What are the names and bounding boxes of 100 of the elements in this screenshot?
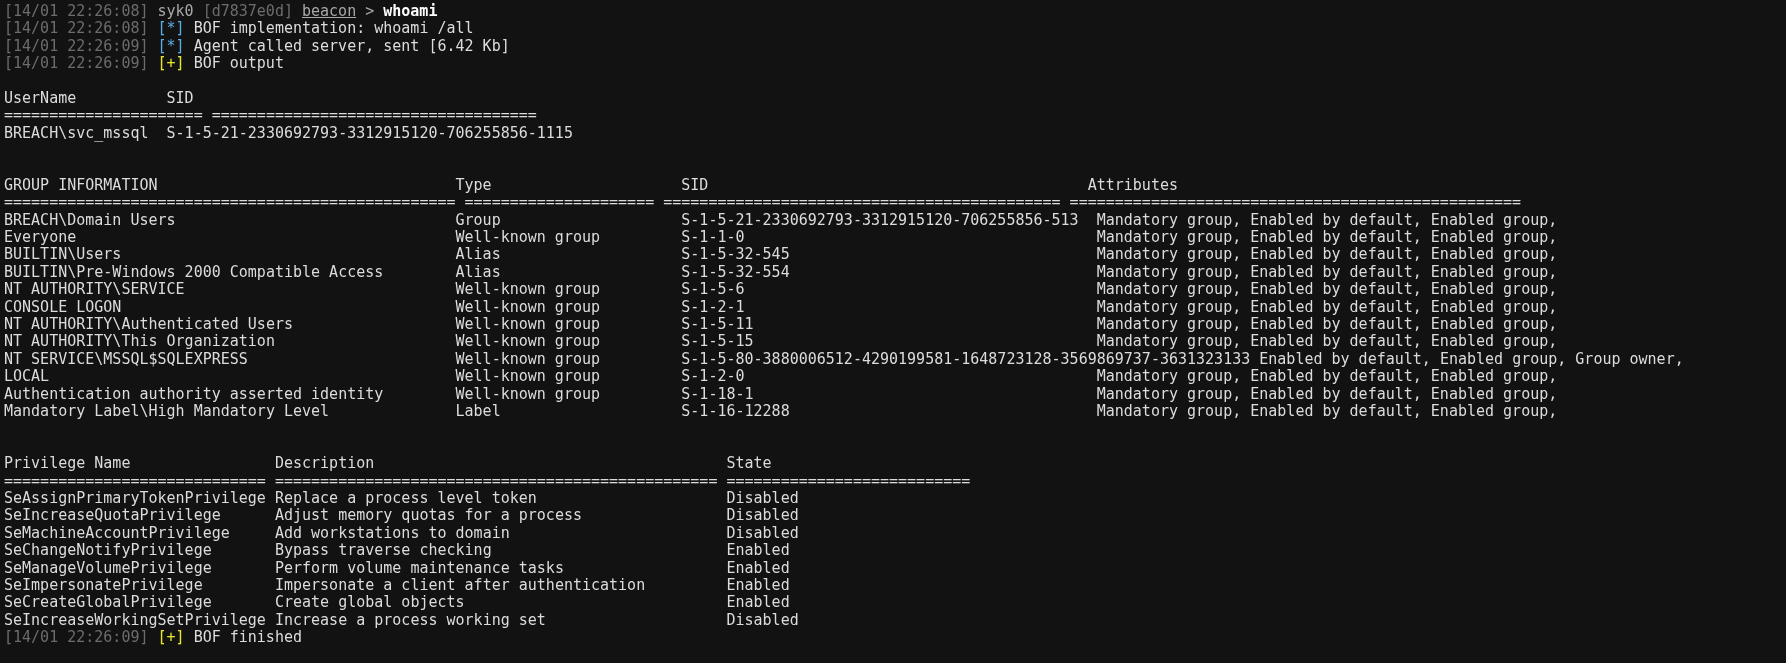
separator-rule: ==================================== — [211, 107, 537, 125]
table-cell-text: BREACH\Domain Users — [4, 211, 177, 230]
column-header: SID — [681, 176, 710, 195]
column-header: Privilege Name — [4, 455, 132, 473]
status-marker: [+] — [157, 629, 185, 647]
table-cell-text: NT AUTHORITY\SERVICE — [4, 281, 186, 299]
table-cell-text: Perform volume maintenance tasks — [274, 559, 565, 577]
table-cell-text: Impersonate a client after authentication — [274, 576, 647, 595]
table-cell-text: SeAssignPrimaryTokenPrivilege — [4, 489, 267, 508]
table-cell-text: S-1-5-15 — [681, 333, 755, 351]
timestamp: [14/01 22:26:08] — [4, 3, 149, 21]
table-cell-text: Well-known group — [455, 281, 602, 299]
column-header: State — [726, 455, 773, 473]
table-cell-text: S-1-18-1 — [681, 385, 755, 403]
table-cell-text: SeCreateGlobalPrivilege — [4, 594, 213, 612]
table-cell-text: BUILTIN\Users — [4, 246, 123, 264]
column-header: UserName — [4, 89, 78, 108]
table-cell-text: Authentication authority asserted identity — [4, 385, 385, 403]
table-cell-text: BREACH\svc_mssql — [4, 124, 150, 143]
table-cell-text: Enabled — [726, 576, 791, 595]
separator-rule: ============================================ — [663, 194, 1061, 212]
separator-rule: ============================= — [4, 472, 266, 490]
table-cell-text: SeImpersonatePrivilege — [4, 576, 203, 595]
separator-rule: ====================== — [4, 107, 203, 125]
table-cell-text: Well-known group — [455, 385, 602, 403]
table-cell-text: Disabled — [726, 507, 800, 525]
column-header: GROUP INFORMATION — [4, 176, 159, 195]
table-cell-text: Create global objects — [274, 594, 466, 612]
table-cell-text: NT SERVICE\MSSQL$SQLEXPRESS — [4, 350, 249, 369]
table-cell-text: Bypass traverse checking — [274, 542, 493, 560]
timestamp: [14/01 22:26:09] — [4, 55, 149, 73]
table-cell-text: Adjust memory quotas for a process — [274, 507, 583, 525]
separator-rule: =========================== — [726, 472, 971, 490]
separator-rule: ================================================== — [4, 194, 456, 212]
table-cell-text: S-1-2-1 — [681, 298, 746, 317]
beacon-link[interactable]: beacon — [302, 3, 357, 21]
table-cell-text: Add workstations to domain — [274, 524, 511, 543]
table-cell-text: Disabled — [726, 611, 800, 630]
table-cell-text: Mandatory group, Enabled by default, Enabled group, — [1096, 281, 1559, 299]
table-cell-text: BUILTIN\Pre-Windows 2000 Compatible Access — [4, 263, 385, 282]
table-cell-text: NT AUTHORITY\This Organization — [4, 333, 276, 351]
table-cell-text: Mandatory group, Enabled by default, Enabled group, — [1096, 368, 1559, 386]
table-cell-text: Alias — [455, 263, 502, 282]
prompt-symbol: > — [365, 3, 375, 21]
table-cell-text: S-1-5-21-2330692793-3312915120-706255856-1115 — [166, 124, 574, 143]
log-message: BOF output — [193, 55, 284, 73]
log-message: BOF implementation: whoami /all — [193, 20, 474, 38]
table-cell-text: SeIncreaseQuotaPrivilege — [4, 507, 222, 525]
table-cell-text: Mandatory group, Enabled by default, Enabled group, — [1096, 246, 1559, 264]
table-cell-text: Well-known group — [455, 333, 602, 351]
table-cell-text: Mandatory group, Enabled by default, Enabled group, — [1096, 298, 1559, 317]
table-cell-text: Everyone — [4, 229, 78, 247]
column-header: Type — [455, 176, 493, 195]
status-marker: [+] — [157, 55, 185, 73]
table-cell-text: Well-known group — [455, 298, 602, 317]
table-cell-text: Increase a process working set — [274, 611, 547, 630]
separator-rule: ===================== — [464, 194, 655, 212]
table-cell-text: S-1-5-6 — [681, 281, 746, 299]
table-cell-text: Enabled by default, Enabled group, Group owner, — [1259, 350, 1685, 369]
table-cell-text: Mandatory group, Enabled by default, Enabled group, — [1096, 316, 1559, 334]
table-cell-text: Label — [455, 403, 502, 421]
table-cell-text: S-1-2-0 — [681, 368, 746, 386]
timestamp: [14/01 22:26:09] — [4, 37, 149, 56]
table-cell-text: S-1-5-11 — [681, 316, 755, 334]
table-cell-text: SeIncreaseWorkingSetPrivilege — [4, 611, 267, 630]
table-cell-text: Mandatory group, Enabled by default, Enabled group, — [1096, 333, 1559, 351]
table-cell-text: S-1-5-80-3880006512-4290199581-1648723128-3569869737-3631323133 — [681, 350, 1252, 369]
table-cell-text: Well-known group — [455, 350, 602, 369]
timestamp: [14/01 22:26:08] — [4, 20, 149, 38]
log-message: Agent called server, sent [6.42 Kb] — [193, 37, 510, 56]
table-cell-text: Enabled — [726, 559, 791, 577]
table-cell-text: Mandatory Label\High Mandatory Level — [4, 403, 331, 421]
table-cell-text: S-1-5-32-554 — [681, 263, 791, 282]
table-cell-text: LOCAL — [4, 368, 51, 386]
timestamp: [14/01 22:26:09] — [4, 629, 149, 647]
table-cell-text: S-1-5-32-545 — [681, 246, 791, 264]
table-cell-text: Mandatory group, Enabled by default, Enabled group, — [1096, 385, 1559, 403]
table-cell-text: Well-known group — [455, 229, 602, 247]
separator-rule: ================================================== — [1069, 194, 1522, 212]
table-cell-text: SeMachineAccountPrivilege — [4, 524, 231, 543]
table-cell-text: Enabled — [726, 542, 791, 560]
table-cell-text: Mandatory group, Enabled by default, Enabled group, — [1096, 211, 1559, 230]
table-cell-text: SeChangeNotifyPrivilege — [4, 542, 213, 560]
table-cell-text: Well-known group — [455, 316, 602, 334]
table-cell-text: Alias — [455, 246, 502, 264]
table-cell-text: SeManageVolumePrivilege — [4, 559, 213, 577]
table-cell-text: S-1-1-0 — [681, 229, 746, 247]
table-cell-text: Disabled — [726, 524, 800, 543]
column-header: Description — [274, 455, 376, 473]
status-marker: [*] — [157, 37, 185, 56]
table-cell-text: S-1-5-21-2330692793-3312915120-706255856-513 — [681, 211, 1080, 230]
table-cell-text: S-1-16-12288 — [681, 403, 791, 421]
agent-id: [d7837e0d] — [202, 3, 293, 21]
table-cell-text: Enabled — [726, 594, 791, 612]
table-cell-text: Mandatory group, Enabled by default, Enabled group, — [1096, 403, 1559, 421]
column-header: SID — [166, 89, 195, 108]
operator-name: syk0 — [157, 3, 194, 21]
log-message: BOF finished — [193, 629, 302, 647]
table-cell-text: Group — [455, 211, 502, 230]
table-cell-text: Replace a process level token — [274, 489, 538, 508]
